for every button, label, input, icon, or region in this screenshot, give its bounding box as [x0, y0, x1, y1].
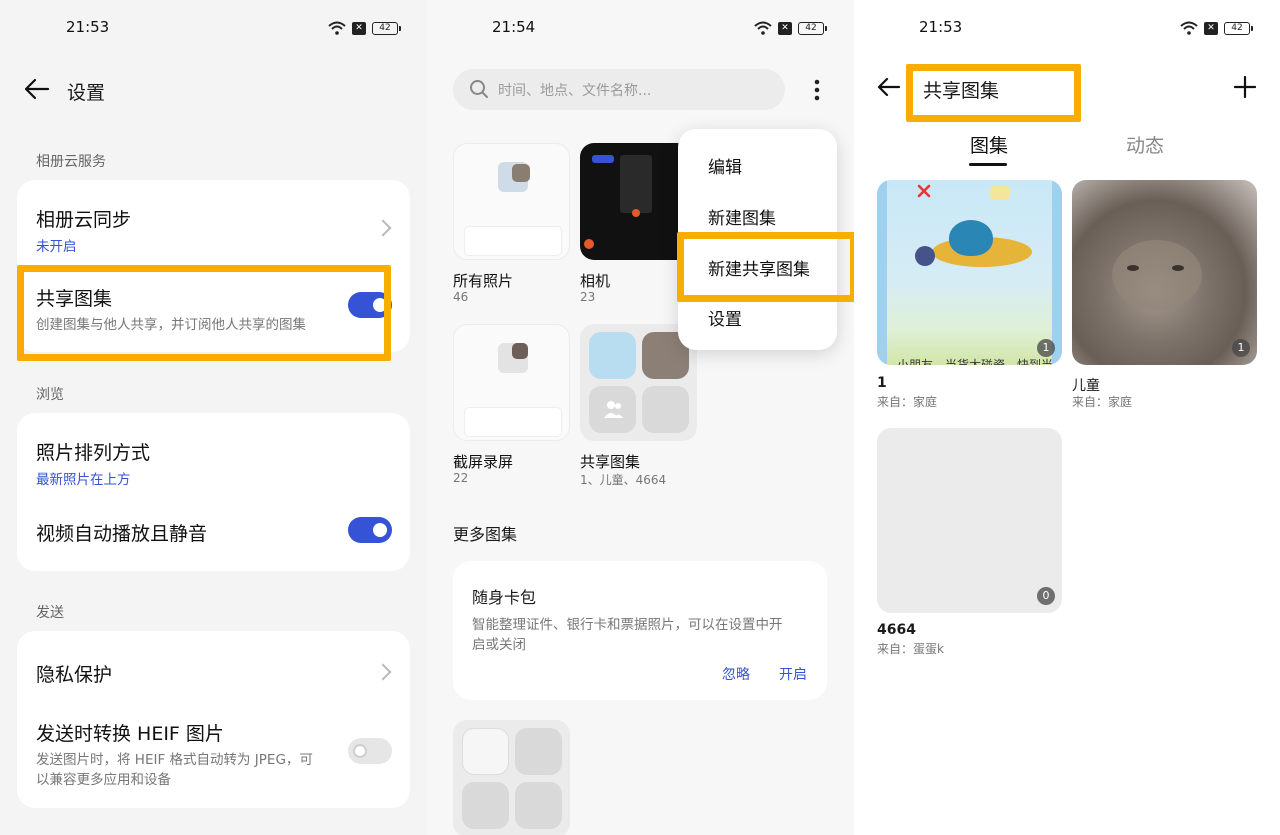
- privacy-title[interactable]: 隐私保护: [36, 660, 112, 687]
- sim-off-icon: ✕: [352, 21, 366, 35]
- battery-icon: 42: [372, 21, 401, 35]
- status-icons: ✕ 42: [754, 20, 827, 36]
- chevron-right-icon[interactable]: [374, 219, 392, 237]
- promo-desc-line2: 启或关闭: [472, 637, 526, 653]
- enable-button[interactable]: 开启: [779, 664, 807, 684]
- shared-album-thumb[interactable]: 1: [1072, 180, 1257, 365]
- active-tab-indicator: [969, 163, 1007, 166]
- status-icons: ✕ 42: [1180, 20, 1253, 36]
- page-title: 设置: [67, 82, 106, 104]
- shared-album-name: 儿童: [1072, 378, 1100, 394]
- wifi-icon: [328, 21, 346, 35]
- heif-toggle[interactable]: [348, 738, 392, 764]
- status-icons: ✕ 42: [328, 20, 401, 36]
- browse-card: 照片排列方式 最新照片在上方 视频自动播放且静音: [17, 413, 410, 571]
- album-count: 46: [453, 290, 469, 304]
- tab-albums[interactable]: 图集: [970, 131, 1008, 158]
- promo-title: 随身卡包: [472, 588, 537, 607]
- album-thumb-shared[interactable]: [580, 324, 697, 441]
- close-icon: [917, 184, 931, 198]
- more-albums-heading: 更多图集: [453, 525, 518, 544]
- settings-screen: 21:53 ✕ 42 设置 相册云服务 相册云同步 未开启 共享图集 创建图集与…: [0, 0, 427, 835]
- cloud-sync-status: 未开启: [36, 239, 77, 255]
- search-icon: [470, 80, 488, 98]
- shared-album-thumb[interactable]: 小朋友，当货太碰瓷，快到当 1: [877, 180, 1062, 365]
- shared-albums-screen: 21:53 ✕ 42 共享图集 图集 动态 小朋友，当货太碰瓷，快到当 1 1 …: [854, 0, 1280, 835]
- sim-off-icon: ✕: [1204, 21, 1218, 35]
- shared-album-source: 来自：蛋蛋k: [877, 642, 944, 656]
- tab-activity[interactable]: 动态: [1126, 131, 1164, 158]
- sim-off-icon: ✕: [778, 21, 792, 35]
- photo-count-badge: 1: [1037, 339, 1055, 357]
- album-count: 23: [580, 290, 596, 304]
- album-title: 所有照片: [453, 272, 514, 290]
- heif-title: 发送时转换 HEIF 图片: [36, 723, 224, 745]
- heif-desc-line2: 以兼容更多应用和设备: [36, 772, 171, 788]
- thumb-caption: 小朋友，当货太碰瓷，快到当: [897, 358, 1054, 365]
- section-cloud: 相册云服务: [36, 154, 106, 170]
- highlight-box: [906, 64, 1081, 122]
- battery-icon: 42: [798, 21, 827, 35]
- albums-screen: 21:54 ✕ 42 时间、地点、文件名称... 所有照片 46 相机 23 截…: [427, 0, 854, 835]
- album-title: 共享图集: [580, 453, 641, 471]
- sort-value: 最新照片在上方: [36, 472, 131, 488]
- add-icon[interactable]: [1234, 76, 1256, 98]
- highlight-box: [17, 265, 391, 361]
- album-count: 22: [453, 471, 469, 485]
- shared-album-name: 4664: [877, 622, 916, 638]
- photo-count-badge: 0: [1037, 587, 1055, 605]
- cloud-sync-title[interactable]: 相册云同步: [36, 205, 131, 232]
- ignore-button[interactable]: 忽略: [722, 664, 750, 684]
- people-icon: [604, 401, 623, 418]
- shared-album-thumb[interactable]: 0: [877, 428, 1062, 613]
- menu-item-settings[interactable]: 设置: [708, 305, 742, 330]
- album-title: 相机: [580, 272, 611, 290]
- search-placeholder: 时间、地点、文件名称...: [498, 83, 652, 99]
- menu-item-new-album[interactable]: 新建图集: [708, 204, 776, 229]
- section-send: 发送: [36, 605, 64, 621]
- back-arrow-icon[interactable]: [24, 78, 50, 100]
- chevron-right-icon[interactable]: [374, 663, 392, 681]
- send-card: 隐私保护 发送时转换 HEIF 图片 发送图片时，将 HEIF 格式自动转为 J…: [17, 631, 410, 808]
- album-title: 截屏录屏: [453, 453, 514, 471]
- section-browse: 浏览: [36, 387, 64, 403]
- shared-album-source: 来自：家庭: [877, 395, 938, 409]
- back-arrow-icon[interactable]: [877, 77, 901, 97]
- status-time: 21:53: [919, 18, 963, 36]
- album-count: 1、儿童、4664: [580, 473, 667, 487]
- photo-count-badge: 1: [1232, 339, 1250, 357]
- sort-title[interactable]: 照片排列方式: [36, 438, 150, 465]
- status-time: 21:53: [66, 18, 110, 36]
- autoplay-title: 视频自动播放且静音: [36, 523, 208, 545]
- album-thumb-all-photos[interactable]: [453, 143, 570, 260]
- promo-desc-line1: 智能整理证件、银行卡和票据照片，可以在设置中开: [472, 617, 783, 633]
- shared-album-name: 1: [877, 375, 887, 391]
- autoplay-toggle[interactable]: [348, 517, 392, 543]
- status-time: 21:54: [492, 18, 536, 36]
- shared-album-source: 来自：家庭: [1072, 395, 1133, 409]
- highlight-box: [677, 232, 854, 302]
- wifi-icon: [754, 21, 772, 35]
- album-thumb-screenshots[interactable]: [453, 324, 570, 441]
- wifi-icon: [1180, 21, 1198, 35]
- promo-card: 随身卡包 智能整理证件、银行卡和票据照片，可以在设置中开 启或关闭 忽略 开启: [453, 561, 827, 700]
- search-bar[interactable]: 时间、地点、文件名称...: [453, 69, 785, 110]
- heif-desc-line1: 发送图片时，将 HEIF 格式自动转为 JPEG，可: [36, 752, 313, 768]
- more-menu-icon[interactable]: [813, 78, 821, 102]
- album-thumb-more[interactable]: [453, 720, 570, 835]
- battery-icon: 42: [1224, 21, 1253, 35]
- menu-item-edit[interactable]: 编辑: [708, 153, 742, 178]
